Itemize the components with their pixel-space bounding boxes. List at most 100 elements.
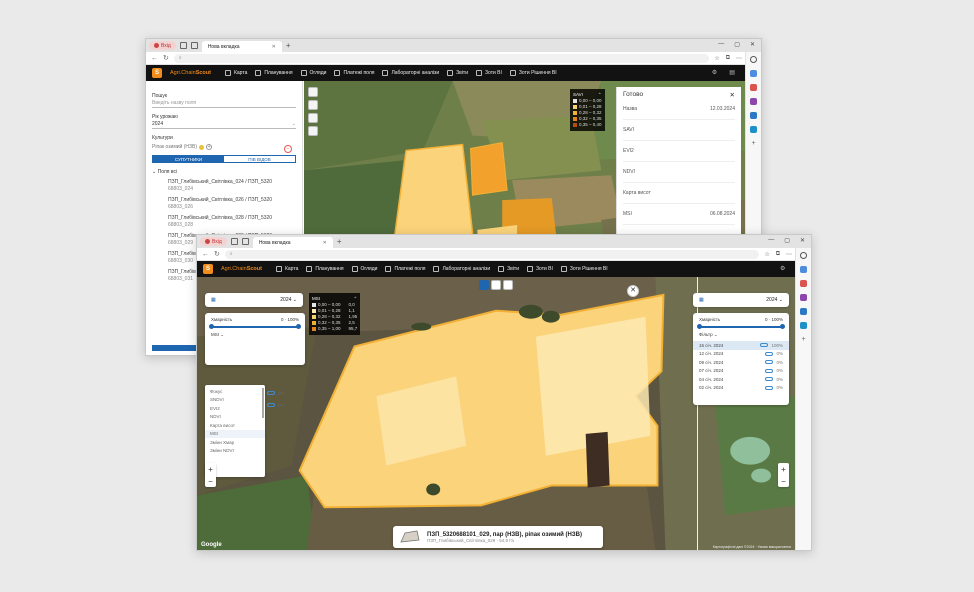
nav-zones[interactable]: Зоти ВІ (527, 266, 553, 272)
field-info-card[interactable]: ПЗП_5320688101_029, пар (НЗВ), ріпак ози… (393, 526, 603, 548)
index-option[interactable]: NDVI (205, 413, 265, 422)
tools-icon[interactable] (800, 280, 807, 287)
refresh-icon[interactable]: ↻ (163, 54, 169, 62)
tab-new[interactable]: Нова вкладка ✕ (252, 237, 333, 248)
minimize-button[interactable]: — (718, 41, 724, 48)
left-date-selector[interactable]: ▦ 2024 ⌄ (205, 293, 303, 307)
nav-reports[interactable]: Звіти (447, 70, 468, 76)
split-view-icon[interactable] (491, 280, 501, 290)
field-search-input[interactable]: Введіть назву поля (152, 99, 296, 108)
date-row[interactable]: 09 січ. 2024 0% (699, 358, 783, 367)
list-item[interactable]: ПЗП_Глибівський_Світлівка_024 / ПЗП_5320… (168, 179, 296, 193)
cloud-slider[interactable] (209, 324, 301, 329)
nav-reports[interactable]: Звіти (498, 266, 519, 272)
nav-zone-decisions[interactable]: Зоти Рішення ВІ (509, 70, 557, 76)
more-icon[interactable]: ⋯ (786, 251, 792, 258)
collections-icon[interactable] (179, 42, 187, 49)
office-icon[interactable] (750, 112, 757, 119)
right-select[interactable]: Фільтр ⌄ (699, 332, 783, 338)
nav-map[interactable]: Карта (224, 70, 247, 76)
add-icon[interactable]: + (800, 336, 807, 343)
extensions-icon[interactable]: ⧉ (776, 251, 780, 258)
panel-row[interactable]: EVI2 (623, 141, 735, 162)
nav-payments[interactable]: Платежі поля (334, 70, 374, 76)
layers-icon[interactable] (308, 87, 318, 97)
index-option[interactable]: SNDVI (205, 396, 265, 405)
left-date-row[interactable]: 0% (267, 387, 307, 399)
new-tab-button[interactable]: + (286, 41, 291, 50)
back-arrow-icon[interactable]: ← (202, 251, 209, 258)
zoom-out-button[interactable]: − (781, 477, 786, 486)
date-row[interactable]: 07 січ. 2024 0% (699, 367, 783, 376)
close-window-button[interactable]: ✕ (800, 237, 805, 244)
right-date-selector[interactable]: ▦ 2024 ⌄ (693, 293, 789, 307)
index-select[interactable]: MSI ⌄ (211, 332, 299, 338)
index-option[interactable]: Зміни Хмар (205, 438, 265, 447)
office-icon[interactable] (800, 308, 807, 315)
ruler-icon[interactable] (308, 100, 318, 110)
back-arrow-icon[interactable]: ← (151, 55, 158, 62)
profile-button[interactable]: Вхід (149, 41, 176, 50)
games-icon[interactable] (800, 294, 807, 301)
panel-row[interactable]: SAVI (623, 120, 735, 141)
list-item[interactable]: ПЗП_Глибівський_Світлівка_028 / ПЗП_5320… (168, 215, 296, 229)
nav-payments[interactable]: Платежі поля (385, 266, 425, 272)
grid-icon[interactable] (308, 126, 318, 136)
tools-icon[interactable] (750, 84, 757, 91)
date-row[interactable]: 04 січ. 2024 0% (699, 375, 783, 384)
toggle-satellites[interactable]: СУПУТНИКИ (153, 156, 224, 162)
date-row[interactable]: 12 січ. 2024 0% (699, 350, 783, 359)
nav-planning[interactable]: Планування (306, 266, 344, 272)
close-compare-button[interactable]: ✕ (627, 285, 639, 297)
more-icon[interactable]: ⋯ (736, 55, 742, 62)
notes-icon[interactable]: ▤ (729, 69, 735, 76)
tree-head[interactable]: ⌄ Поля всі (152, 169, 296, 175)
nav-zone-decisions[interactable]: Зоти Рішення ВІ (560, 266, 608, 272)
nav-inspections[interactable]: Огляди (351, 266, 377, 272)
close-tab-icon[interactable]: ✕ (272, 44, 276, 50)
maximize-button[interactable]: ▢ (734, 41, 740, 48)
url-input[interactable]: ⌕ (224, 249, 760, 259)
date-row-selected[interactable]: 16 січ. 2024 100% (693, 341, 789, 350)
close-icon[interactable]: ✕ (730, 91, 735, 99)
nav-zones[interactable]: Зоти ВІ (476, 70, 502, 76)
new-tab-button[interactable]: + (337, 237, 342, 246)
shopping-icon[interactable] (800, 266, 807, 273)
favorites-icon[interactable]: ☆ (764, 251, 769, 258)
panel-row[interactable]: Назва 12.03.2024 (623, 99, 735, 120)
refresh-icon[interactable]: ↻ (214, 250, 220, 258)
search-icon[interactable] (750, 56, 757, 63)
cloud-slider[interactable] (697, 324, 785, 329)
panel-row[interactable]: MSI 06.08.2024 (623, 204, 735, 225)
single-view-icon[interactable] (479, 280, 489, 290)
toggle-other[interactable]: ПІВ ВІДОВ (224, 156, 295, 162)
index-option[interactable]: EVI2 (205, 404, 265, 413)
nav-planning[interactable]: Планування (255, 70, 293, 76)
dropdown-scrollbar[interactable] (262, 388, 264, 418)
outlook-icon[interactable] (750, 126, 757, 133)
add-icon[interactable]: + (750, 140, 757, 147)
map-attribution[interactable]: Картографічні дані ©2024 · Умови викорис… (713, 545, 791, 549)
index-option-selected[interactable]: MSI (205, 429, 265, 438)
zoom-in-button[interactable]: + (208, 465, 213, 474)
grid-view-icon[interactable] (503, 280, 513, 290)
close-window-button[interactable]: ✕ (750, 41, 755, 48)
nav-lab[interactable]: Лабораторні аналізи (433, 266, 490, 272)
nav-lab[interactable]: Лабораторні аналізи (382, 70, 439, 76)
crop-chip[interactable]: Ріпак озимий (НЗВ) + (152, 144, 213, 150)
panel-row[interactable]: NDVI (623, 162, 735, 183)
left-date-row[interactable]: 0% (267, 399, 307, 411)
date-row[interactable]: 02 січ. 2024 0% (699, 384, 783, 393)
url-input[interactable]: ⌕ (173, 53, 710, 63)
settings-icon[interactable]: ⚙ (712, 69, 717, 76)
favorites-icon[interactable]: ☆ (714, 55, 719, 62)
year-select[interactable]: 2024 ⌄ (152, 120, 296, 129)
close-tab-icon[interactable]: ✕ (323, 240, 327, 246)
nav-map[interactable]: Карта (275, 266, 298, 272)
add-icon[interactable]: + (206, 144, 213, 150)
tab-actions-icon[interactable] (241, 238, 249, 245)
map-view[interactable]: ✕ ▦ 2024 ⌄ Хмарність 0 · 100% MSI ⌄ MSI ⌃ … (197, 277, 795, 550)
games-icon[interactable] (750, 98, 757, 105)
tab-new[interactable]: Нова вкладка ✕ (201, 41, 282, 52)
profile-button[interactable]: Вхід (200, 237, 227, 246)
